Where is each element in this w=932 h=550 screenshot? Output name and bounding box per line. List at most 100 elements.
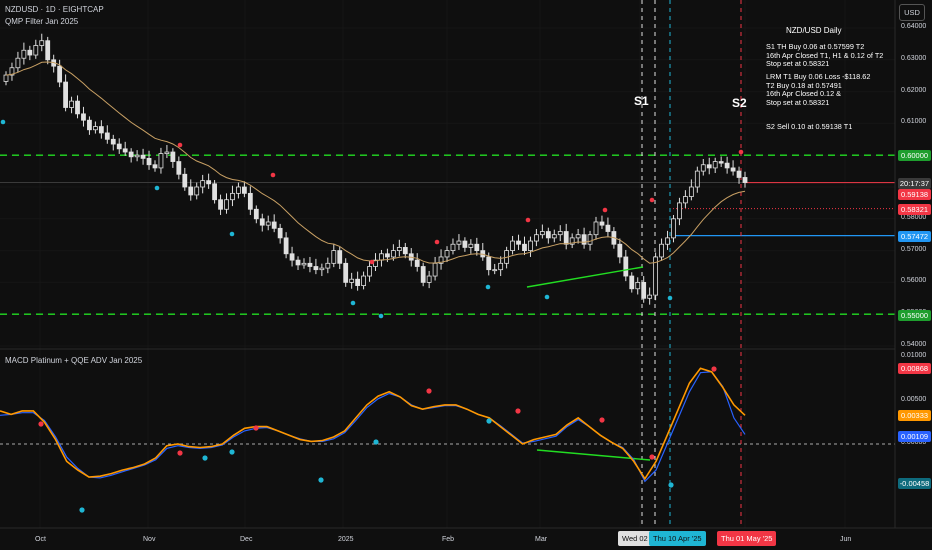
candle-body xyxy=(498,262,504,271)
signal-dot-red xyxy=(738,149,744,155)
candle-body xyxy=(337,250,343,264)
candle-body xyxy=(605,224,611,232)
candle-body xyxy=(247,192,253,210)
currency-button[interactable]: USD xyxy=(899,4,925,21)
signal-dot-red xyxy=(649,197,655,203)
candle-body xyxy=(528,240,533,251)
annotation-s1: S1 TH Buy 0.06 at 0.57599 T2 16th Apr Cl… xyxy=(766,42,884,69)
price-badge: 0.58321 xyxy=(898,204,931,215)
macd-indicator-title[interactable]: MACD Platinum + QQE ADV Jan 2025 xyxy=(5,356,142,365)
time-tick-label: Nov xyxy=(143,536,156,543)
annotation-title: NZD/USD Daily xyxy=(786,26,842,35)
candle-body xyxy=(33,45,39,56)
candle-body xyxy=(557,231,563,236)
time-tick-label: Feb xyxy=(442,536,455,543)
candle-body xyxy=(289,253,295,261)
price-badge: 0.60000 xyxy=(898,150,931,161)
candle-body xyxy=(510,240,515,251)
candle-body xyxy=(575,234,581,239)
date-badge: Thu 10 Apr '25 xyxy=(649,531,706,546)
candle-body xyxy=(617,243,623,258)
candle-body xyxy=(295,259,301,266)
symbol-title[interactable]: NZDUSD · 1D · EIGHTCAP xyxy=(5,5,104,14)
signal-dot-red xyxy=(177,142,183,148)
candle-body xyxy=(57,65,63,83)
candle-body xyxy=(146,157,152,166)
candle-body xyxy=(241,186,247,194)
candle-body xyxy=(706,164,712,169)
price-tick-label: 0.54000 xyxy=(901,341,927,348)
price-tick-label: 0.64000 xyxy=(901,23,927,30)
candle-body xyxy=(45,40,51,61)
candle-body xyxy=(87,119,92,131)
macd-dot-red xyxy=(38,421,44,427)
signal-dot-red xyxy=(369,259,375,265)
candle-body xyxy=(539,231,545,236)
signal-dot-red xyxy=(602,207,608,213)
candle-body xyxy=(402,247,408,255)
candle-body xyxy=(277,227,283,239)
macd-dot-red xyxy=(711,366,717,372)
candle-body xyxy=(81,113,86,121)
time-tick-label: Mar xyxy=(535,536,548,543)
candle-body xyxy=(63,81,68,108)
candle-body xyxy=(593,221,599,236)
candle-body xyxy=(110,138,116,145)
candle-body xyxy=(164,151,170,155)
candle-body xyxy=(307,262,313,267)
candle-body xyxy=(486,256,492,271)
price-tick-label: 0.62000 xyxy=(901,86,927,94)
candle-body xyxy=(724,162,730,169)
price-tick-label: 0.63000 xyxy=(901,54,927,62)
macd-dot-red xyxy=(177,450,183,456)
signal-dot-red xyxy=(525,217,531,223)
candle-body xyxy=(665,237,670,245)
signal-dot-cyan xyxy=(350,300,356,306)
candle-body xyxy=(15,57,21,69)
candle-body xyxy=(343,262,349,283)
candle-body xyxy=(677,202,682,220)
candle-body xyxy=(176,161,182,175)
signal-dot-cyan xyxy=(154,185,160,191)
candle-body xyxy=(134,154,140,158)
candle-body xyxy=(301,262,307,266)
candle-body xyxy=(736,170,742,178)
candle-body xyxy=(534,234,539,242)
macd-badge: -0.00458 xyxy=(898,478,931,489)
candle-body xyxy=(212,183,217,201)
candle-body xyxy=(253,208,259,220)
candle-body xyxy=(355,278,361,286)
candle-body xyxy=(206,180,212,185)
candle-body xyxy=(3,74,9,82)
signal-dot-cyan xyxy=(485,284,491,290)
candle-body xyxy=(194,186,200,196)
candle-body xyxy=(170,151,176,162)
macd-dot-cyan xyxy=(373,439,379,445)
candle-body xyxy=(325,262,331,269)
candle-body xyxy=(69,100,74,108)
candle-body xyxy=(122,148,128,153)
candle-body xyxy=(599,221,605,226)
candle-body xyxy=(516,240,521,245)
candle-body xyxy=(683,196,688,204)
candle-body xyxy=(259,218,265,226)
candle-body xyxy=(718,161,724,164)
candle-body xyxy=(396,247,402,251)
candle-body xyxy=(694,170,700,188)
candle-body xyxy=(200,180,206,188)
candle-body xyxy=(27,49,33,56)
candle-body xyxy=(158,153,164,169)
candle-body xyxy=(230,192,235,201)
candle-body xyxy=(444,250,450,258)
candle-body xyxy=(390,250,396,258)
candle-body xyxy=(474,243,480,252)
price-tick-label: 0.57000 xyxy=(901,245,927,253)
candle-body xyxy=(742,177,748,183)
annotation-s2: S2 Sell 0.10 at 0.59138 T1 xyxy=(766,122,853,131)
candle-body xyxy=(647,294,653,299)
candle-body xyxy=(432,262,438,277)
indicator-title[interactable]: QMP Filter Jan 2025 xyxy=(5,17,78,26)
candle-body xyxy=(450,243,456,252)
candle-body xyxy=(414,259,420,267)
signal-dot-cyan xyxy=(544,294,550,300)
